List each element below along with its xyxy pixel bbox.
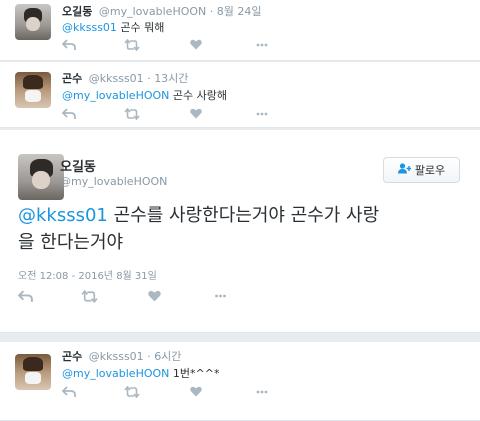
follow-label: 팔로우 [414,164,446,177]
separator: · [147,72,151,85]
tweet-text: @kksss01 곤수 뭐해 [62,19,164,35]
mention-link[interactable]: @my_lovableHOON [62,89,169,102]
author-handle[interactable]: @kksss01 [89,72,144,85]
author-name[interactable]: 곤수 [62,72,82,85]
tweet-header: 오길동 @my_lovableHOON · 8월 24일 [62,3,262,19]
separator: · [209,5,214,18]
heart-icon[interactable] [148,290,161,302]
divider [0,332,480,333]
retweet-icon[interactable] [124,386,140,398]
tweet-body: 1번*^^* [169,367,220,380]
timestamp[interactable]: 8월 24일 [217,5,262,18]
tweet-text: @kksss01 곤수를 사랑한다는거야 곤수가 사랑 을 한다는거야 [18,202,468,256]
tweet-body-line1: 곤수를 사랑한다는거야 곤수가 사랑 [107,205,380,226]
follow-button[interactable]: 팔로우 [383,157,460,183]
author-handle[interactable]: @my_lovableHOON [60,175,167,188]
add-user-icon [397,163,411,177]
heart-icon[interactable] [190,108,202,119]
more-icon[interactable] [214,290,227,302]
author-handle[interactable]: @kksss01 [89,350,144,363]
retweet-icon[interactable] [81,290,98,303]
avatar[interactable] [15,4,51,40]
avatar[interactable] [15,354,51,390]
tweet-header: 곤수 @kksss01 · 6시간 [62,348,181,364]
reply-icon[interactable] [62,39,76,51]
timestamp[interactable]: 6시간 [154,350,181,363]
avatar[interactable] [18,154,64,200]
avatar[interactable] [15,72,51,108]
author-name[interactable]: 곤수 [62,350,82,363]
tweet-header: 곤수 @kksss01 · 13시간 [62,70,188,86]
author-name[interactable]: 오길동 [62,5,92,18]
more-icon[interactable] [256,108,268,120]
timestamp[interactable]: 오전 12:08 - 2016년 8월 31일 [18,267,157,282]
tweet-body: 곤수 사랑해 [169,89,227,102]
mention-link[interactable]: @kksss01 [18,205,108,226]
separator: · [147,350,151,363]
author-handle[interactable]: @my_lovableHOON [99,5,206,18]
more-icon[interactable] [256,39,268,51]
timestamp[interactable]: 13시간 [154,72,188,85]
retweet-icon[interactable] [124,39,140,51]
focused-tweet: 오길동 @my_lovableHOON 팔로우 @kksss01 곤수를 사랑한… [0,130,480,333]
tweet-text: @my_lovableHOON 곤수 사랑해 [62,87,227,103]
reply-icon[interactable] [18,290,33,303]
mention-link[interactable]: @kksss01 [62,21,117,34]
reply-icon[interactable] [62,386,76,398]
tweet-body-line2: 을 한다는거야 [18,232,124,253]
more-icon[interactable] [256,386,268,398]
tweet-text: @my_lovableHOON 1번*^^* [62,365,219,381]
heart-icon[interactable] [190,386,202,397]
heart-icon[interactable] [190,39,202,50]
retweet-icon[interactable] [124,108,140,120]
tweet-body: 곤수 뭐해 [116,21,165,34]
reply-icon[interactable] [62,108,76,120]
tweet-card[interactable]: 오길동 @my_lovableHOON · 8월 24일 @kksss01 곤수… [0,0,480,61]
author-name[interactable]: 오길동 [60,156,96,175]
tweet-card[interactable]: 곤수 @kksss01 · 6시간 @my_lovableHOON 1번*^^* [0,342,480,421]
mention-link[interactable]: @my_lovableHOON [62,367,169,380]
tweet-card[interactable]: 곤수 @kksss01 · 13시간 @my_lovableHOON 곤수 사랑… [0,62,480,128]
